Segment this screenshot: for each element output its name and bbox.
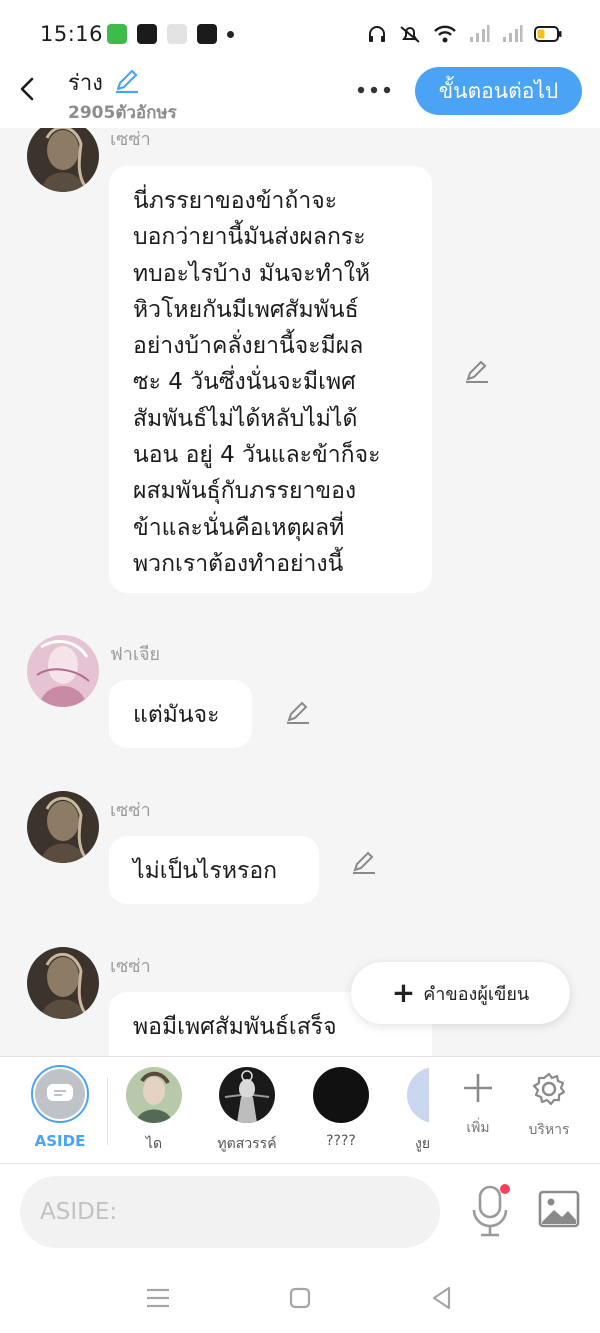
message-bubble[interactable]: แต่มันจะ [109, 680, 252, 748]
menu-nav-icon[interactable] [143, 1283, 173, 1313]
character-aside[interactable]: ASIDE [20, 1065, 100, 1150]
next-step-button[interactable]: ขั้นตอนต่อไป [415, 67, 582, 115]
sender-name: ฟาเจีย [110, 644, 161, 665]
message-bubble[interactable]: นี่ภรรยาของข้าถ้าจะ บอกว่ายานี้มันส่งผลก… [109, 166, 432, 593]
add-character-button[interactable]: เพิ่ม [448, 1071, 508, 1139]
more-options-icon[interactable] [356, 78, 392, 102]
input-bar [0, 1164, 600, 1261]
character-partial[interactable]: งูย [393, 1067, 429, 1155]
status-bar: 15:16 [0, 0, 600, 62]
edit-title-icon[interactable] [112, 65, 142, 95]
more-notifications-dot [227, 30, 234, 38]
signal-icon [470, 25, 490, 42]
app-screen: 15:16 ร่าง 2905ตัวอักษร ขั้นตอนต่อไป เซซ… [0, 0, 600, 1333]
game-notification-icon [167, 24, 187, 44]
character-angel[interactable]: ทูตสวรรค์ [207, 1067, 287, 1155]
facebook-icon [137, 24, 157, 44]
avatar[interactable] [27, 635, 99, 707]
app-notification-icon [107, 24, 127, 44]
recording-indicator-dot [500, 1184, 510, 1194]
avatar [219, 1067, 275, 1123]
author-note-label: คำของผู้เขียน [423, 983, 530, 1005]
character-label: ???? [326, 1133, 356, 1149]
character-label: ทูตสวรรค์ [217, 1136, 277, 1152]
character-label: ASIDE [34, 1132, 86, 1150]
character-label: งูย [415, 1136, 429, 1152]
character-unknown[interactable]: ???? [301, 1067, 381, 1149]
back-arrow-icon[interactable] [16, 75, 40, 103]
avatar[interactable] [27, 947, 99, 1019]
divider [107, 1077, 108, 1145]
draft-title: ร่าง [68, 71, 103, 96]
status-time: 15:16 [40, 22, 104, 46]
edit-message-icon[interactable] [463, 357, 491, 385]
avatar[interactable] [27, 791, 99, 863]
gear-icon [532, 1072, 566, 1106]
avatar [407, 1067, 429, 1123]
notification-icons [107, 24, 234, 44]
battery-icon [534, 26, 562, 42]
avatar [126, 1067, 182, 1123]
plus-icon [464, 1074, 492, 1102]
aside-avatar [31, 1065, 89, 1123]
sender-name: เซซ่า [110, 129, 151, 150]
mute-bell-icon [400, 26, 420, 43]
character-label: ได [145, 1136, 163, 1152]
plus-icon: + [391, 976, 416, 1009]
manage-characters-button[interactable]: บริหาร [519, 1071, 579, 1141]
character-dai[interactable]: ได [114, 1067, 194, 1155]
system-navigation-bar [0, 1261, 600, 1333]
character-count: 2905ตัวอักษร [68, 103, 177, 123]
speech-bubble-icon [47, 1084, 73, 1101]
avatar [313, 1067, 369, 1123]
character-bar: ASIDE ได ทูตสวรรค์ ???? งูย เพิ่ม บริหาร [0, 1056, 600, 1164]
edit-message-icon[interactable] [284, 698, 312, 726]
image-icon[interactable] [538, 1190, 580, 1228]
add-label: เพิ่ม [466, 1120, 490, 1136]
headset-icon [369, 26, 385, 42]
manage-label: บริหาร [528, 1122, 570, 1138]
message-bubble[interactable]: ไม่เป็นไรหรอก [109, 836, 319, 904]
chat-area[interactable]: เซซ่า นี่ภรรยาของข้าถ้าจะ บอกว่ายานี้มัน… [0, 128, 600, 1056]
signal-icon-2 [503, 25, 523, 42]
edit-message-icon[interactable] [350, 848, 378, 876]
wifi-icon [434, 25, 456, 43]
home-nav-icon[interactable] [285, 1283, 315, 1313]
chat-notification-icon [197, 24, 217, 44]
author-note-button[interactable]: + คำของผู้เขียน [351, 962, 570, 1024]
editor-header: ร่าง 2905ตัวอักษร ขั้นตอนต่อไป [0, 62, 600, 128]
aside-input[interactable] [20, 1176, 440, 1248]
back-nav-icon[interactable] [427, 1283, 457, 1313]
sender-name: เซซ่า [110, 800, 151, 821]
system-icons [367, 24, 562, 44]
sender-name: เซซ่า [110, 956, 151, 977]
avatar[interactable] [27, 128, 99, 192]
